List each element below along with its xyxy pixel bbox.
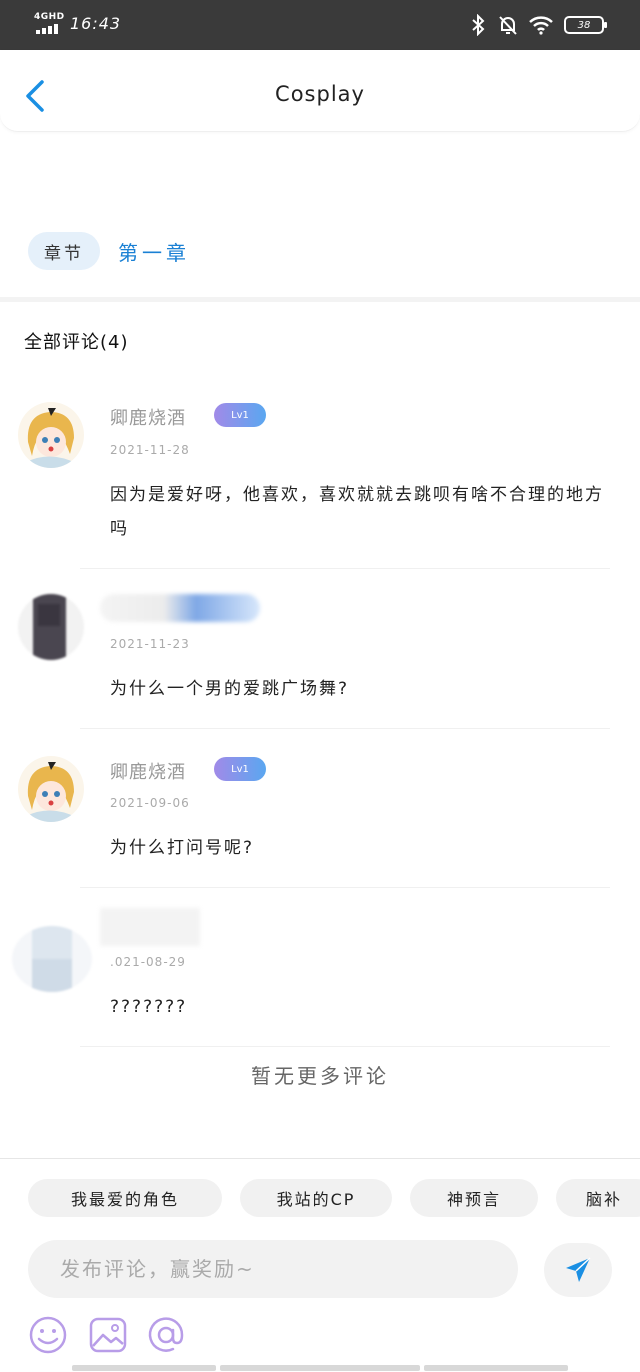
comment-author[interactable]: 卿鹿烧酒 bbox=[110, 404, 186, 430]
quick-reply-chip[interactable]: 神预言 bbox=[410, 1179, 538, 1217]
comment-author[interactable]: 卿鹿烧酒 bbox=[110, 758, 186, 784]
battery-icon: 38 bbox=[564, 16, 607, 34]
comment-divider bbox=[80, 728, 610, 729]
comment-date: 2021-11-28 bbox=[110, 443, 190, 457]
comment-text: ??????? bbox=[110, 997, 188, 1017]
comment-input[interactable] bbox=[28, 1240, 518, 1298]
quick-reply-chip[interactable]: 脑补 bbox=[556, 1179, 640, 1217]
blurred-author-name bbox=[100, 594, 260, 622]
chapter-row: 章节 第一章 bbox=[28, 232, 190, 270]
comment-date: 2021-09-06 bbox=[110, 796, 190, 810]
comment-date: 2021-11-23 bbox=[110, 637, 190, 651]
blurred-author-name bbox=[100, 908, 200, 946]
chapter-link[interactable]: 第一章 bbox=[118, 237, 190, 266]
comment-input-wrap bbox=[28, 1240, 518, 1298]
home-indicator bbox=[220, 1365, 420, 1371]
signal-icon bbox=[36, 24, 62, 34]
network-type: 4GHD bbox=[34, 12, 65, 22]
level-badge: Lv1 bbox=[214, 757, 266, 781]
no-more-comments: 暂无更多评论 bbox=[251, 1064, 389, 1088]
avatar[interactable] bbox=[12, 926, 92, 992]
comment-text: 为什么打问号呢? bbox=[110, 838, 255, 858]
wifi-icon bbox=[529, 16, 553, 35]
chapter-tag: 章节 bbox=[28, 232, 100, 270]
level-badge: Lv1 bbox=[214, 403, 266, 427]
at-icon[interactable] bbox=[146, 1315, 186, 1355]
comment-bar: 我最爱的角色 我站的CP 神预言 脑补 bbox=[0, 1158, 640, 1372]
comment-divider bbox=[80, 568, 610, 569]
emoji-icon[interactable] bbox=[28, 1315, 68, 1355]
quick-reply-chip[interactable]: 我最爱的角色 bbox=[28, 1179, 222, 1217]
avatar[interactable] bbox=[18, 756, 84, 822]
send-button[interactable] bbox=[544, 1243, 612, 1297]
nav-header: Cosplay bbox=[0, 50, 640, 132]
comment-divider bbox=[80, 887, 610, 888]
page-title: Cosplay bbox=[275, 82, 365, 106]
quick-reply-chip[interactable]: 我站的CP bbox=[240, 1179, 392, 1217]
image-icon[interactable] bbox=[88, 1315, 128, 1355]
home-indicator bbox=[424, 1365, 568, 1371]
quick-reply-list: 我最爱的角色 我站的CP 神预言 脑补 bbox=[28, 1179, 640, 1217]
bluetooth-icon bbox=[472, 14, 485, 36]
clock: 16:43 bbox=[70, 14, 122, 33]
comment-divider bbox=[80, 1046, 610, 1047]
comment-text: 因为是爱好呀，他喜欢，喜欢就就去跳呗有啥不合理的地方吗 bbox=[110, 485, 604, 539]
home-indicator bbox=[72, 1365, 216, 1371]
comment-date: .021-08-29 bbox=[110, 955, 186, 969]
status-bar: 4GHD 16:43 38 bbox=[0, 0, 640, 50]
avatar[interactable] bbox=[18, 594, 84, 660]
section-divider bbox=[0, 297, 640, 302]
paper-plane-icon bbox=[566, 1257, 591, 1282]
comment-text: 为什么一个男的爱跳广场舞? bbox=[110, 679, 350, 699]
comments-title: 全部评论(4) bbox=[24, 332, 129, 353]
avatar[interactable] bbox=[18, 402, 84, 468]
bell-muted-icon bbox=[499, 16, 517, 35]
